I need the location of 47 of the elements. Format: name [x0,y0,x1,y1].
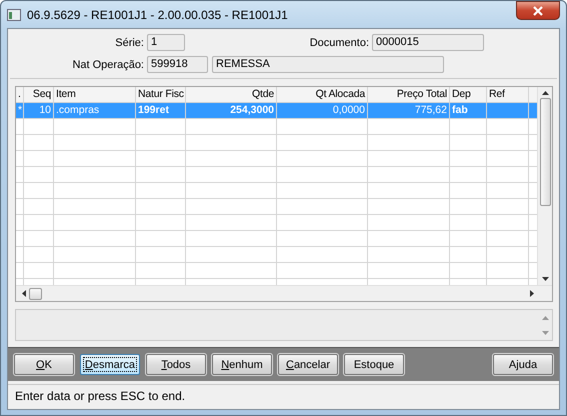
scroll-up-icon [542,316,548,320]
column-header[interactable]: Ref [487,87,529,102]
window-title: 06.9.5629 - RE1001J1 - 2.00.00.035 - RE1001J1 [27,8,289,22]
nat-description-field[interactable]: REMESSA [212,56,444,73]
horizontal-scrollbar[interactable] [16,285,552,301]
action-button[interactable]: Estoque [344,354,404,375]
serie-label: Série: [114,36,145,48]
table-cell: 254,3000 [186,103,277,118]
table-cell: 775,62 [368,103,450,118]
scroll-thumb[interactable] [29,288,42,300]
scroll-right-icon [530,290,534,297]
action-button[interactable]: Desmarca [80,354,140,375]
action-button[interactable]: Ajuda [493,354,553,375]
action-button[interactable]: OK [14,354,74,375]
status-text: Enter data or press ESC to end. [15,389,186,403]
table-cell: fab [450,103,487,118]
documento-label: Documento: [308,36,370,48]
nat-operacao-label: Nat Operação: [71,58,145,70]
window-icon [7,8,21,20]
table-cell: .compras [54,103,136,118]
scroll-thumb[interactable] [540,98,550,206]
scroll-left-icon [22,290,26,297]
table-cell: 0,0000 [277,103,368,118]
column-header[interactable]: Preço Total [368,87,450,102]
close-button[interactable] [516,1,560,20]
scroll-down-icon [542,277,548,281]
scroll-up-icon [542,91,548,95]
table-cell: 199ret [136,103,186,118]
action-button[interactable]: Nenhum [212,354,272,375]
vertical-scrollbar[interactable] [537,87,552,285]
table-cell: 10 [24,103,54,118]
scroll-down-icon [542,330,548,334]
column-header[interactable]: Qtde [186,87,277,102]
column-header[interactable]: Item [54,87,136,102]
memo-field[interactable] [15,309,553,341]
action-button[interactable]: Cancelar [278,354,338,375]
serie-field[interactable]: 1 [147,34,185,51]
column-header[interactable]: Natur Fisc [136,87,186,102]
column-header[interactable]: Seq [24,87,54,102]
close-icon [532,6,544,16]
column-header[interactable]: Qt Alocada [277,87,368,102]
column-header[interactable]: . [16,87,24,102]
nat-code-field[interactable]: 599918 [147,56,208,73]
action-button[interactable]: Todos [146,354,206,375]
column-header[interactable]: Dep [450,87,487,102]
table-cell: * [16,103,24,118]
documento-field[interactable]: 0000015 [372,34,484,51]
